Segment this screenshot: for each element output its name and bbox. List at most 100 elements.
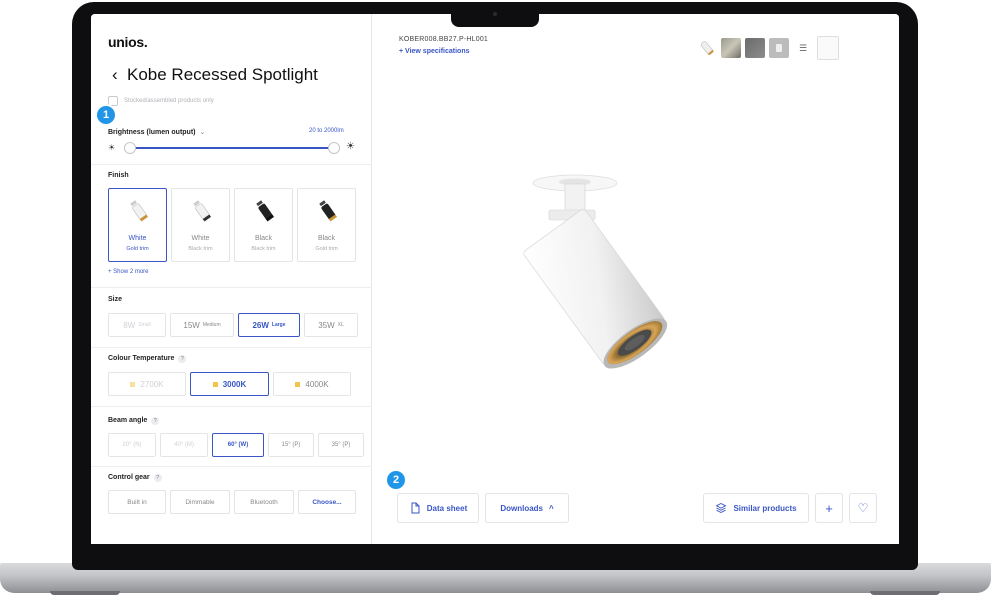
callout-badge-1: 1 [97,106,115,124]
slider-handle-min[interactable] [124,142,136,154]
brightness-slider[interactable]: ☀ ☀ [108,141,358,155]
configurator-panel: unios. ‹ Kobe Recessed Spotlight Stocked… [91,14,372,544]
thumbnail-drawing[interactable] [817,36,839,60]
gear-option-bluetooth[interactable]: Bluetooth [234,490,294,514]
size-option-35w[interactable]: 35W XL [304,313,358,337]
add-button[interactable]: + [815,493,843,523]
size-value: 8W [123,320,136,330]
finish-name: White [128,235,147,242]
temp-value: 3000K [222,379,247,389]
brightness-label-text: Brightness (lumen output) [108,129,196,136]
finish-option-white-black[interactable]: White Black trim [171,188,230,262]
camera-notch [451,6,539,27]
chevron-down-icon: ⌄ [199,129,206,136]
size-sub: Small [138,322,151,328]
colour-temperature-label: Colour Temperature? [108,355,187,363]
sun-low-icon: ☀ [108,143,116,152]
layers-icon [715,502,727,514]
back-chevron-icon[interactable]: ‹ [112,65,118,85]
beam-angle-options: 20° (N) 40° (M) 60° (W) 15° (P) 35° (P) [108,433,364,457]
thumbnail-installation[interactable] [721,38,741,58]
temp-value: 2700K [140,379,164,389]
finish-option-black-black[interactable]: Black Black trim [234,188,293,262]
product-sku: KOBER008.BB27.P-HL001 [399,36,489,43]
slider-track[interactable] [130,147,334,149]
beam-angle-label-text: Beam angle [108,417,148,424]
finish-trim: Black trim [188,246,213,252]
diagram-mark [776,44,782,52]
gallery-thumbnails: ☰ [697,36,839,60]
spotlight-thumbnail-icon [256,200,275,222]
product-image [523,174,668,369]
size-options: 8W Small 15W Medium 26W Large 35W XL [108,313,358,337]
spotlight-thumbnail-icon [130,200,149,222]
thumbnail-detail[interactable] [745,38,765,58]
callout-badge-2: 2 [387,471,405,489]
document-icon [411,502,420,514]
size-label: Size [108,296,123,303]
stocked-label: Stocked/assembled products only [124,98,214,104]
data-sheet-button[interactable]: Data sheet [397,493,479,523]
similar-products-button[interactable]: Similar products [703,493,809,523]
finish-label: Finish [108,172,129,179]
stocked-checkbox[interactable] [108,96,118,106]
temp-option-4000k[interactable]: 4000K [273,372,351,396]
thumbnail-product[interactable] [697,38,717,58]
beam-option-60[interactable]: 60° (W) [212,433,264,457]
size-option-26w[interactable]: 26W Large [238,313,300,337]
gear-option-choose[interactable]: Choose... [298,490,356,514]
finish-option-black-gold[interactable]: Black Gold trim [297,188,356,262]
help-icon[interactable]: ? [153,474,162,482]
size-value: 35W [318,320,335,330]
beam-option-20[interactable]: 20° (N) [108,433,156,457]
size-value: 15W [183,320,200,330]
swatch-icon [295,381,301,387]
help-icon[interactable]: ? [151,417,160,425]
beam-option-35[interactable]: 35° (P) [318,433,364,457]
spotlight-thumbnail-icon [319,200,338,222]
finish-option-white-gold[interactable]: White Gold trim [108,188,167,262]
gear-option-dimmable[interactable]: Dimmable [170,490,230,514]
divider [91,347,372,348]
help-icon[interactable]: ? [178,355,187,363]
size-value: 26W [252,320,269,330]
brightness-range: 20 to 2000lm [309,128,344,134]
list-icon[interactable]: ☰ [793,38,813,58]
finish-trim: Gold trim [126,246,149,252]
favourite-heart-icon[interactable]: ♡ [849,493,877,523]
laptop-foot-left [50,591,120,595]
laptop-foot-right [870,591,940,595]
finish-trim: Black trim [251,246,276,252]
size-option-8w[interactable]: 8W Small [108,313,166,337]
data-sheet-label: Data sheet [426,503,468,513]
downloads-button[interactable]: Downloads ^ [485,493,569,523]
divider [91,466,372,467]
view-specifications-link[interactable]: + View specifications [399,48,470,55]
beam-option-40[interactable]: 40° (M) [160,433,208,457]
temp-value: 4000K [305,379,329,389]
slider-handle-max[interactable] [328,142,340,154]
beam-option-15[interactable]: 15° (P) [268,433,314,457]
similar-products-label: Similar products [733,503,797,513]
control-gear-options: Built in Dimmable Bluetooth Choose... [108,490,356,514]
temp-option-2700k[interactable]: 2700K [108,372,186,396]
thumbnail-diagram[interactable] [769,38,789,58]
brightness-label[interactable]: Brightness (lumen output) ⌄ [108,128,205,136]
brand-logo[interactable]: unios. [108,34,148,50]
stocked-filter[interactable]: Stocked/assembled products only [108,96,214,106]
size-sub: Medium [202,322,221,328]
finish-trim: Gold trim [315,246,338,252]
chevron-up-icon: ^ [549,503,554,513]
camera-icon [493,12,497,16]
temp-option-3000k[interactable]: 3000K [190,372,269,396]
swatch-icon [130,381,136,387]
control-gear-label-text: Control gear [108,474,150,481]
page-title: Kobe Recessed Spotlight [127,65,318,84]
control-gear-label: Control gear? [108,474,162,482]
size-option-15w[interactable]: 15W Medium [170,313,234,337]
show-more-link[interactable]: + Show 2 more [108,269,149,275]
beam-angle-label: Beam angle? [108,417,160,425]
gear-option-built-in[interactable]: Built in [108,490,166,514]
divider [91,164,372,165]
size-sub: XL [337,322,344,328]
